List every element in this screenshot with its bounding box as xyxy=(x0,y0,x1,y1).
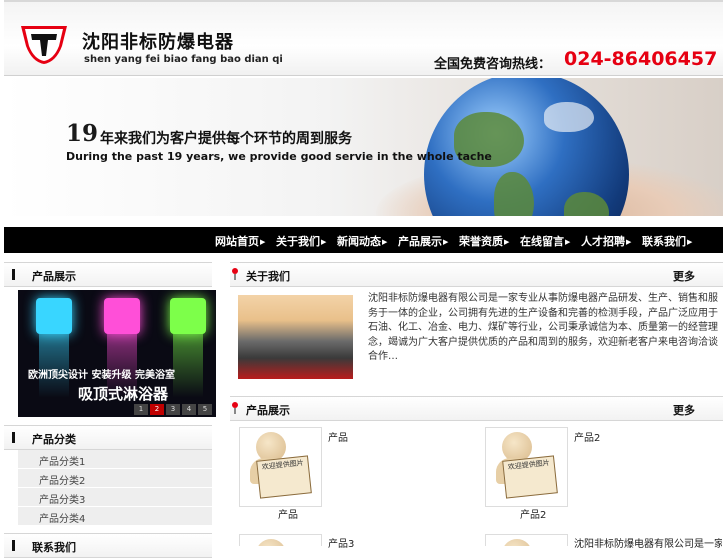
product-caption[interactable]: 产品2 xyxy=(520,506,546,521)
product-caption[interactable]: 产品 xyxy=(278,506,298,521)
product-image[interactable] xyxy=(485,534,568,546)
category-item[interactable]: 产品分类1 xyxy=(18,450,212,469)
light-beam xyxy=(39,328,69,398)
slide-page-4[interactable]: 4 xyxy=(182,404,196,415)
panel-title: 产品展示 xyxy=(32,270,76,283)
product-slideshow[interactable]: 欧洲顶尖设计 安装升级 完美浴室 吸顶式淋浴器 1 2 3 4 5 xyxy=(18,290,216,417)
light-beam xyxy=(173,328,203,398)
products-panel-header: 产品展示 更多 xyxy=(230,396,723,421)
arrow-right-icon: ▶ xyxy=(565,238,571,246)
main-nav: 网站首页▶ 关于我们▶ 新闻动态▶ 产品展示▶ 荣誉资质▶ 在线留言▶ 人才招聘… xyxy=(4,227,723,253)
banner-years: 19 xyxy=(66,120,99,147)
banner-tagline-cn: 年来我们为客户提供每个环节的周到服务 xyxy=(100,131,352,147)
bullet-bar-icon xyxy=(12,432,15,443)
arrow-right-icon: ▶ xyxy=(443,238,449,246)
banner-tagline-en: During the past 19 years, we provide goo… xyxy=(66,150,492,163)
about-panel-header: 关于我们 更多 xyxy=(230,262,723,287)
slide-page-5[interactable]: 5 xyxy=(198,404,212,415)
nav-item-products[interactable]: 产品展示▶ xyxy=(398,233,448,249)
about-more-link[interactable]: 更多 xyxy=(673,268,695,284)
product-panel-header: 产品展示 xyxy=(4,262,212,287)
placeholder-sign: 欢迎提供图片 xyxy=(256,455,312,499)
bullet-bar-icon xyxy=(12,540,15,551)
bullet-bar-icon xyxy=(12,269,15,280)
panel-title: 联系我们 xyxy=(32,541,76,554)
pin-icon xyxy=(232,268,238,280)
category-item[interactable]: 产品分类4 xyxy=(18,507,212,526)
contact-panel-header: 联系我们 xyxy=(4,533,212,558)
products-more-link[interactable]: 更多 xyxy=(673,402,695,418)
hotline-label: 全国免费咨询热线： xyxy=(434,57,552,72)
nav-item-honors[interactable]: 荣誉资质▶ xyxy=(459,233,509,249)
about-summary-text: 沈阳非标防爆电器有限公司是一家专业从事防爆电器产品研发、生产、销售和服务于一体的… xyxy=(368,293,718,362)
product-image[interactable]: 欢迎提供图片 xyxy=(239,427,322,507)
brand-name-en: shen yang fei biao fang bao dian qi xyxy=(84,54,283,65)
panel-title: 关于我们 xyxy=(246,270,290,283)
arrow-right-icon: ▶ xyxy=(260,238,266,246)
nav-item-contact[interactable]: 联系我们▶ xyxy=(642,233,692,249)
product-image[interactable] xyxy=(239,534,322,546)
arrow-right-icon: ▶ xyxy=(382,238,388,246)
pin-icon xyxy=(232,402,238,414)
product-description: 沈阳非标防爆电器有限公司是一家专业从事防爆电器产品 xyxy=(574,539,722,550)
hotline-number: 024-86406457 xyxy=(564,48,718,70)
arrow-right-icon: ▶ xyxy=(504,238,510,246)
t-shield-logo-icon[interactable] xyxy=(18,22,70,66)
category-item[interactable]: 产品分类3 xyxy=(18,488,212,507)
category-panel-header: 产品分类 xyxy=(4,425,212,450)
slide-page-1[interactable]: 1 xyxy=(134,404,148,415)
panel-title: 产品分类 xyxy=(32,433,76,446)
slide-page-3[interactable]: 3 xyxy=(166,404,180,415)
brand-name-cn: 沈阳非标防爆电器 xyxy=(82,32,234,53)
product-title[interactable]: 产品2 xyxy=(574,429,600,444)
nav-item-message[interactable]: 在线留言▶ xyxy=(520,233,570,249)
hero-banner: 19 年来我们为客户提供每个环节的周到服务 During the past 19… xyxy=(4,78,723,216)
slide-caption-line2: 吸顶式淋浴器 xyxy=(78,385,169,403)
nav-item-news[interactable]: 新闻动态▶ xyxy=(337,233,387,249)
globe-image xyxy=(424,78,629,216)
category-item[interactable]: 产品分类2 xyxy=(18,469,212,488)
arrow-right-icon: ▶ xyxy=(321,238,327,246)
nav-item-home[interactable]: 网站首页▶ xyxy=(215,233,265,249)
company-meeting-photo xyxy=(238,295,353,379)
slide-caption-line1: 欧洲顶尖设计 安装升级 完美浴室 xyxy=(28,370,175,381)
arrow-right-icon: ▶ xyxy=(626,238,632,246)
nav-item-jobs[interactable]: 人才招聘▶ xyxy=(581,233,631,249)
nav-item-about[interactable]: 关于我们▶ xyxy=(276,233,326,249)
product-title[interactable]: 产品3 xyxy=(328,535,354,550)
arrow-right-icon: ▶ xyxy=(687,238,693,246)
product-image[interactable]: 欢迎提供图片 xyxy=(485,427,568,507)
placeholder-sign: 欢迎提供图片 xyxy=(502,455,558,499)
product-title[interactable]: 产品 xyxy=(328,429,348,444)
panel-title: 产品展示 xyxy=(246,404,290,417)
slide-page-2[interactable]: 2 xyxy=(150,404,164,415)
